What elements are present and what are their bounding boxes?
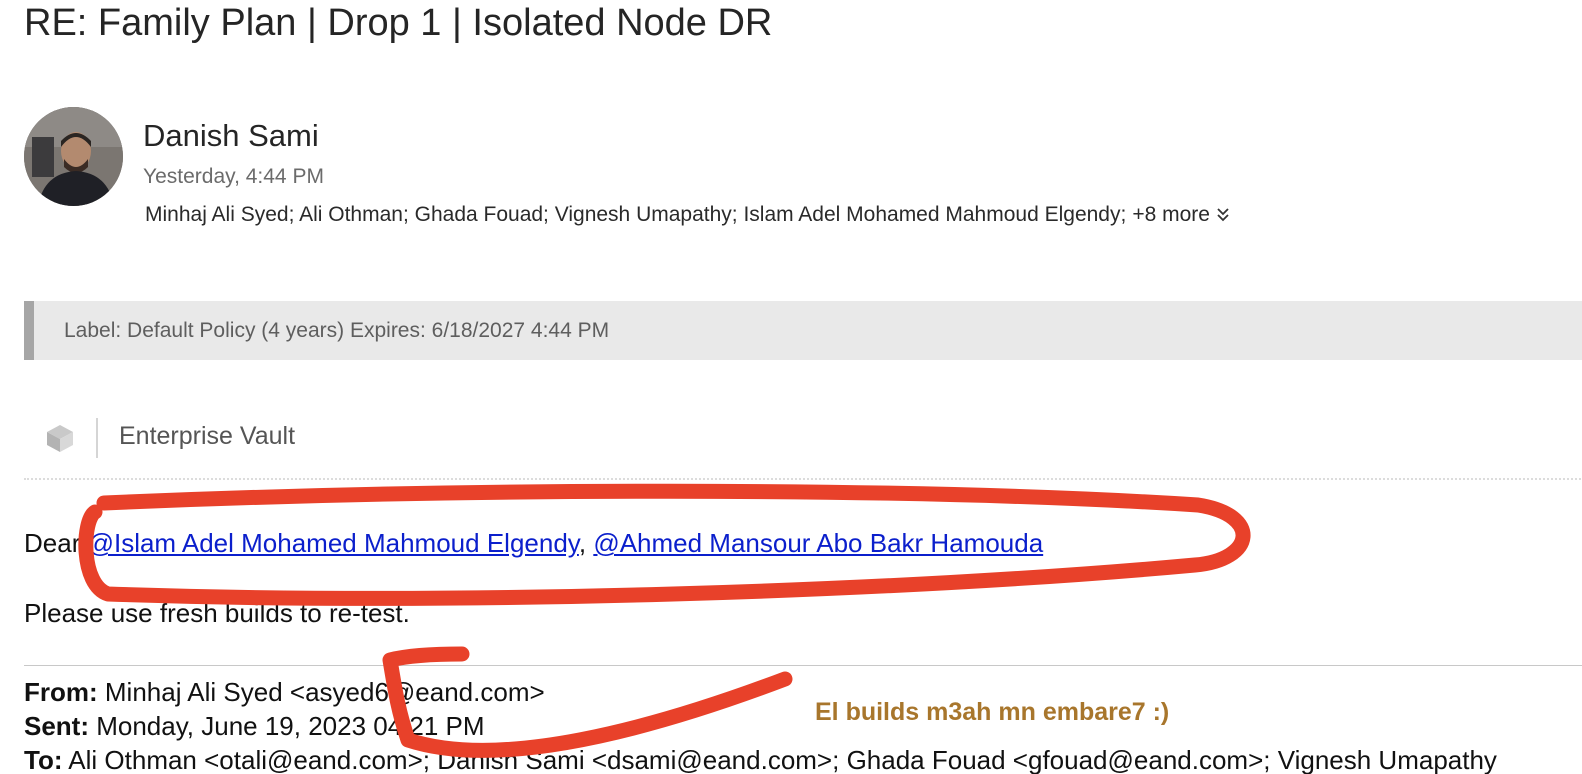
annotation-overlay — [78, 483, 1251, 758]
quoted-to-line: To: Ali Othman <otali@eand.com>; Danish … — [24, 745, 1497, 774]
greeting-line: Dear @Islam Adel Mohamed Mahmoud Elgendy… — [24, 528, 1043, 559]
mention-link-ahmed[interactable]: @Ahmed Mansour Abo Bakr Hamouda — [593, 528, 1043, 558]
sender-name[interactable]: Danish Sami — [143, 118, 319, 154]
quoted-from-line: From: Minhaj Ali Syed <asyed6@eand.com> — [24, 677, 545, 708]
greeting-prefix: Dear — [24, 528, 88, 558]
enterprise-vault-label[interactable]: Enterprise Vault — [119, 422, 295, 451]
recipients-list[interactable]: Minhaj Ali Syed; Ali Othman; Ghada Fouad… — [145, 203, 1126, 227]
email-reading-pane: RE: Family Plan | Drop 1 | Isolated Node… — [0, 0, 1582, 774]
to-label: To: — [24, 745, 63, 774]
recipients-line: Minhaj Ali Syed; Ali Othman; Ghada Fouad… — [145, 203, 1230, 227]
sent-value: Monday, June 19, 2023 04:21 PM — [89, 711, 485, 741]
content-divider — [24, 478, 1582, 480]
double-chevron-down-icon[interactable] — [1216, 206, 1230, 224]
annotation-note: El builds m3ah mn embare7 :) — [815, 698, 1170, 726]
mention-link-islam[interactable]: @Islam Adel Mohamed Mahmoud Elgendy — [88, 528, 579, 558]
quoted-sent-line: Sent: Monday, June 19, 2023 04:21 PM — [24, 711, 485, 742]
sent-label: Sent: — [24, 711, 89, 741]
from-value: Minhaj Ali Syed <asyed6@eand.com> — [97, 677, 545, 707]
quoted-divider — [24, 665, 1582, 666]
retention-label-text: Label: Default Policy (4 years) Expires:… — [64, 319, 610, 342]
sent-timestamp: Yesterday, 4:44 PM — [143, 165, 324, 188]
sender-avatar[interactable] — [24, 107, 123, 206]
to-value: Ali Othman <otali@eand.com>; Danish Sami… — [62, 745, 1497, 774]
more-recipients-link[interactable]: +8 more — [1132, 203, 1210, 227]
cube-icon[interactable] — [44, 422, 76, 454]
retention-label-bar: Label: Default Policy (4 years) Expires:… — [24, 301, 1582, 360]
from-label: From: — [24, 677, 98, 707]
email-subject: RE: Family Plan | Drop 1 | Isolated Node… — [24, 2, 773, 44]
addin-divider — [96, 418, 98, 458]
body-text: Please use fresh builds to re-test. — [24, 598, 410, 628]
mention-separator: , — [578, 528, 594, 558]
